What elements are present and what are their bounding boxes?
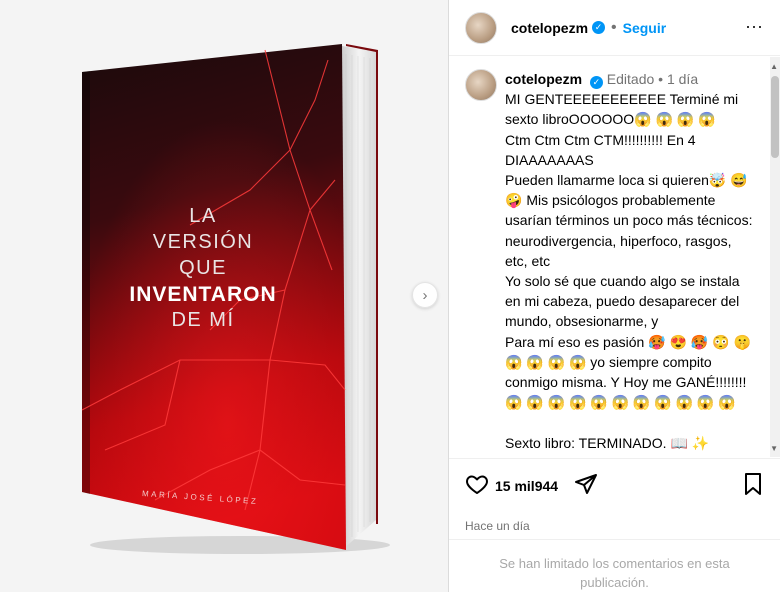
caption-line: mundo, obsesionarme, y	[505, 313, 659, 330]
caption-line: CHEMIMAREEEEEEEEEEEEEEEE NO	[505, 453, 764, 457]
caption-line: usarían términos un poco más técnicos:	[505, 212, 753, 229]
header-separator: •	[611, 18, 617, 36]
comments-limited-notice: Se han limitado los comentarios en esta …	[449, 539, 780, 592]
caption-line: 🤪 Mis psicólogos probablemente	[505, 192, 716, 209]
post-media: LA VERSIÓN QUE INVENTARON DE MÍ MARÍA JO…	[0, 0, 448, 592]
caption-time[interactable]: 1 día	[667, 71, 698, 87]
caption-line: en mi cabeza, puedo desaparecer del	[505, 293, 740, 310]
bookmark-icon[interactable]	[742, 472, 764, 501]
caption-line	[505, 412, 764, 432]
heart-icon[interactable]	[465, 472, 489, 501]
share-icon[interactable]	[574, 472, 598, 501]
book-title-line: VERSIÓN	[153, 230, 254, 253]
caption-avatar[interactable]	[465, 69, 497, 101]
verified-badge-icon: ✓	[592, 21, 606, 34]
chevron-right-icon: ›	[422, 286, 428, 304]
caption-line: neurodivergencia, hiperfoco, rasgos,	[505, 232, 732, 249]
username-link[interactable]: cotelopezm	[511, 20, 588, 36]
post-time-ago[interactable]: Hace un día	[465, 519, 764, 533]
caption-line: Yo solo sé que cuando algo se instala	[505, 273, 740, 290]
scroll-down-icon[interactable]: ▼	[770, 444, 778, 453]
edited-label: Editado	[606, 71, 655, 87]
post-header: cotelopezm ✓ • Seguir ⋯	[449, 0, 780, 56]
caption-line: MI GENTEEEEEEEEEEE Terminé mi	[505, 91, 739, 108]
book-title-line: LA	[189, 205, 216, 227]
avatar[interactable]	[465, 11, 497, 44]
book-title-line: INVENTARON	[129, 283, 276, 306]
scroll-up-icon[interactable]: ▲	[770, 62, 778, 71]
caption-line: Ctm Ctm Ctm CTM!!!!!!!!!! En 4	[505, 131, 696, 148]
likes-count[interactable]: 15 mil944	[495, 478, 558, 494]
next-image-button[interactable]: ›	[412, 282, 438, 308]
book-cover-image: LA VERSIÓN QUE INVENTARON DE MÍ MARÍA JO…	[81, 44, 390, 554]
more-options-icon[interactable]: ⋯	[745, 17, 764, 38]
caption-scroll-area[interactable]: cotelopezm ✓ Editado • 1 día MI GENTEEEE…	[449, 57, 780, 457]
post-side-panel: cotelopezm ✓ • Seguir ⋯ cotelopezm ✓ Edi…	[449, 0, 780, 592]
caption-text: cotelopezm ✓ Editado • 1 día MI GENTEEEE…	[503, 69, 764, 457]
post-actions: 15 mil944 Hace un día	[449, 458, 780, 533]
caption-line: DIAAAAAAAS	[505, 151, 594, 168]
caption-line: Sexto libro: TERMINADO. 📖 ✨	[505, 434, 710, 451]
follow-button[interactable]: Seguir	[623, 20, 667, 36]
book-title-line: QUE	[179, 257, 227, 279]
caption-line: sexto libroOOOOOO😱 😱 😱 😱	[505, 111, 716, 128]
scrollbar-thumb[interactable]	[771, 76, 779, 158]
meta-separator: •	[658, 71, 664, 87]
caption-username[interactable]: cotelopezm	[505, 71, 582, 87]
caption-line: Pueden llamarme loca si quieren🤯 😅	[505, 172, 748, 189]
caption-line: conmigo misma. Y Hoy me GANÉ!!!!!!!!	[505, 374, 747, 391]
verified-badge-icon: ✓	[589, 76, 603, 89]
caption-line: 😱 😱 😱 😱 😱 😱 😱 😱 😱 😱 😱	[505, 394, 736, 411]
book-title-line: DE MÍ	[171, 308, 234, 331]
caption-line: 😱 😱 😱 😱 yo siempre compito	[505, 353, 712, 370]
caption-line: Para mí eso es pasión 🥵 😍 🥵 😳 🤫	[505, 333, 751, 350]
caption-line: etc, etc	[505, 252, 551, 269]
